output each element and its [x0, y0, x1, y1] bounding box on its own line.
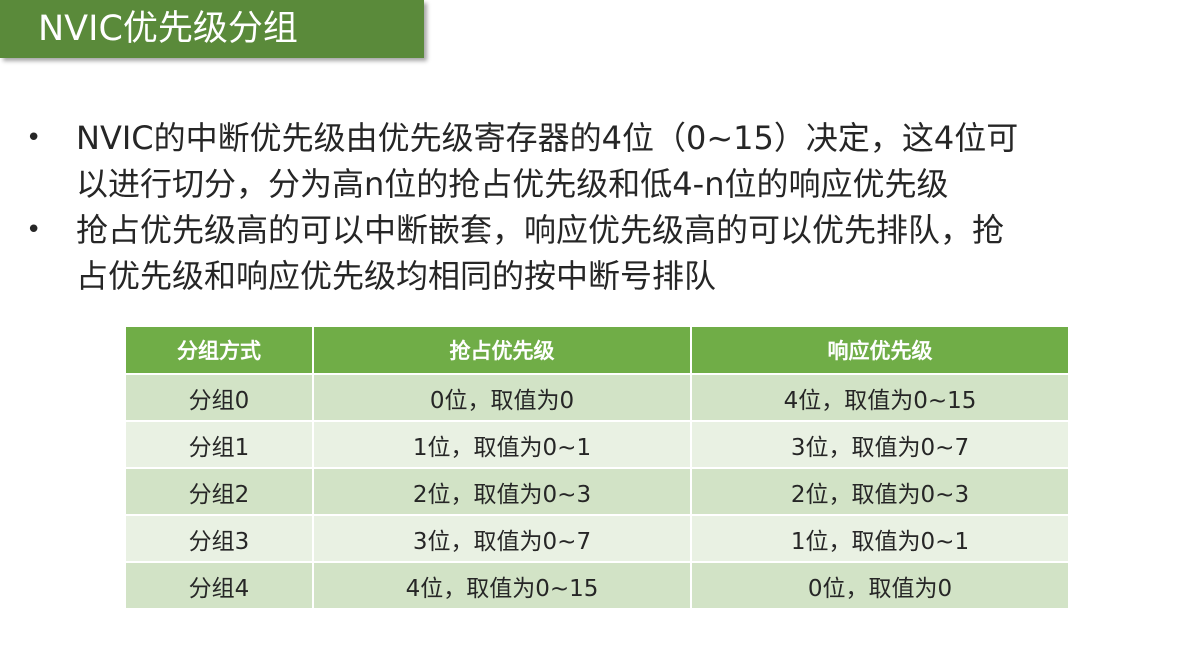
bullet-dot-icon: •	[26, 215, 42, 245]
table-row: 分组0 0位，取值为0 4位，取值为0~15	[124, 373, 1070, 422]
header-sub-priority: 响应优先级	[690, 325, 1070, 375]
table-header-row: 分组方式 抢占优先级 响应优先级	[124, 325, 1070, 375]
slide-title: NVIC优先级分组	[38, 9, 298, 49]
table-cell: 分组2	[124, 467, 314, 516]
header-preemption-priority: 抢占优先级	[312, 325, 692, 375]
table-cell: 4位，取值为0~15	[312, 561, 692, 610]
table-cell: 0位，取值为0	[312, 373, 692, 422]
table-row: 分组2 2位，取值为0~3 2位，取值为0~3	[124, 467, 1070, 516]
bullet-dot-icon: •	[26, 123, 42, 153]
header-group-mode: 分组方式	[124, 325, 314, 375]
bullet-2-line-2: 占优先级和响应优先级均相同的按中断号排队	[76, 257, 717, 295]
table-row: 分组4 4位，取值为0~15 0位，取值为0	[124, 561, 1070, 610]
table-cell: 分组3	[124, 514, 314, 563]
bullet-list: • NVIC的中断优先级由优先级寄存器的4位（0~15）决定，这4位可 以进行切…	[22, 115, 1182, 299]
table-row: 分组3 3位，取值为0~7 1位，取值为0~1	[124, 514, 1070, 563]
priority-group-table: 分组方式 抢占优先级 响应优先级 分组0 0位，取值为0 4位，取值为0~15 …	[124, 325, 1070, 610]
table-cell: 分组0	[124, 373, 314, 422]
table-cell: 1位，取值为0~1	[690, 514, 1070, 563]
table-cell: 0位，取值为0	[690, 561, 1070, 610]
table-cell: 3位，取值为0~7	[690, 420, 1070, 469]
table-cell: 1位，取值为0~1	[312, 420, 692, 469]
table-row: 分组1 1位，取值为0~1 3位，取值为0~7	[124, 420, 1070, 469]
table-cell: 分组1	[124, 420, 314, 469]
table-cell: 2位，取值为0~3	[690, 467, 1070, 516]
bullet-2-line-1: 抢占优先级高的可以中断嵌套，响应优先级高的可以优先排队，抢	[76, 211, 1005, 249]
table-cell: 3位，取值为0~7	[312, 514, 692, 563]
table-cell: 4位，取值为0~15	[690, 373, 1070, 422]
bullet-item-1: • NVIC的中断优先级由优先级寄存器的4位（0~15）决定，这4位可 以进行切…	[22, 115, 1182, 207]
bullet-1-line-1: NVIC的中断优先级由优先级寄存器的4位（0~15）决定，这4位可	[76, 119, 1019, 157]
table-cell: 2位，取值为0~3	[312, 467, 692, 516]
title-banner: NVIC优先级分组	[0, 0, 424, 58]
table-cell: 分组4	[124, 561, 314, 610]
priority-table: 分组方式 抢占优先级 响应优先级 分组0 0位，取值为0 4位，取值为0~15 …	[124, 325, 1070, 610]
bullet-item-2: • 抢占优先级高的可以中断嵌套，响应优先级高的可以优先排队，抢 占优先级和响应优…	[22, 207, 1182, 299]
bullet-1-line-2: 以进行切分，分为高n位的抢占优先级和低4-n位的响应优先级	[76, 165, 949, 203]
